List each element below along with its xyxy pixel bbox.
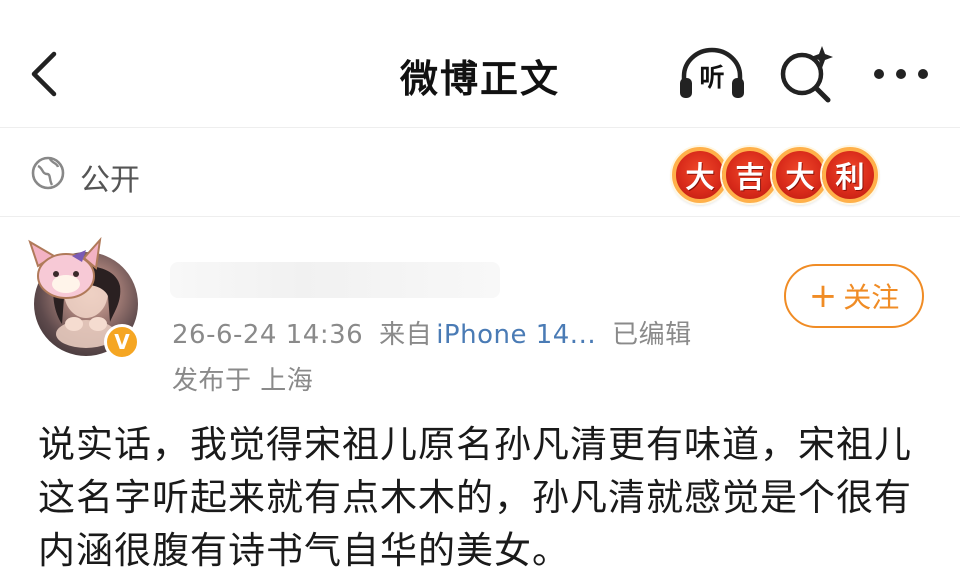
post-location: 发布于 上海 [172,366,314,396]
more-dots-icon [874,69,928,79]
post-source[interactable]: iPhone 14... [436,320,596,350]
post-from-label: 来自 [379,320,433,350]
username-redacted [170,262,500,298]
search-button[interactable] [772,42,842,106]
lucky-badge-char: 吉 [722,147,778,203]
listen-label: 听 [699,63,725,92]
verified-badge: V [104,324,140,360]
weibo-post-page: 微博正文 听 公开 大 吉 大 利 V 26-6-24 14:36 来自 iPh… [0,0,960,579]
post-header: V 26-6-24 14:36 来自 iPhone 14... 已编辑 发布于 上海 … [0,218,960,408]
more-button[interactable] [866,46,936,102]
plus-icon: + [808,276,838,316]
globe-icon [31,156,65,190]
lucky-badge: 大 吉 大 利 [672,147,878,205]
visibility-row: 公开 大 吉 大 利 [0,129,960,217]
lucky-badge-char: 利 [822,147,878,203]
post-edited-label[interactable]: 已编辑 [612,320,692,350]
lucky-badge-char: 大 [672,147,728,203]
listen-button[interactable]: 听 [676,42,748,106]
cat-pendant-icon [28,236,102,299]
lucky-badge-char: 大 [772,147,828,203]
top-nav-bar: 微博正文 听 [0,0,960,128]
visibility-label: 公开 [80,163,140,198]
post-meta: 26-6-24 14:36 来自 iPhone 14... 已编辑 [172,314,708,351]
follow-button[interactable]: + 关注 [784,264,924,328]
post-timestamp: 26-6-24 14:36 [172,320,364,350]
search-sparkle-icon [780,46,833,103]
post-text: 说实话，我觉得宋祖儿原名孙凡清更有味道，宋祖儿这名字听起来就有点木木的，孙凡清就… [38,423,912,572]
follow-label: 关注 [843,281,900,314]
